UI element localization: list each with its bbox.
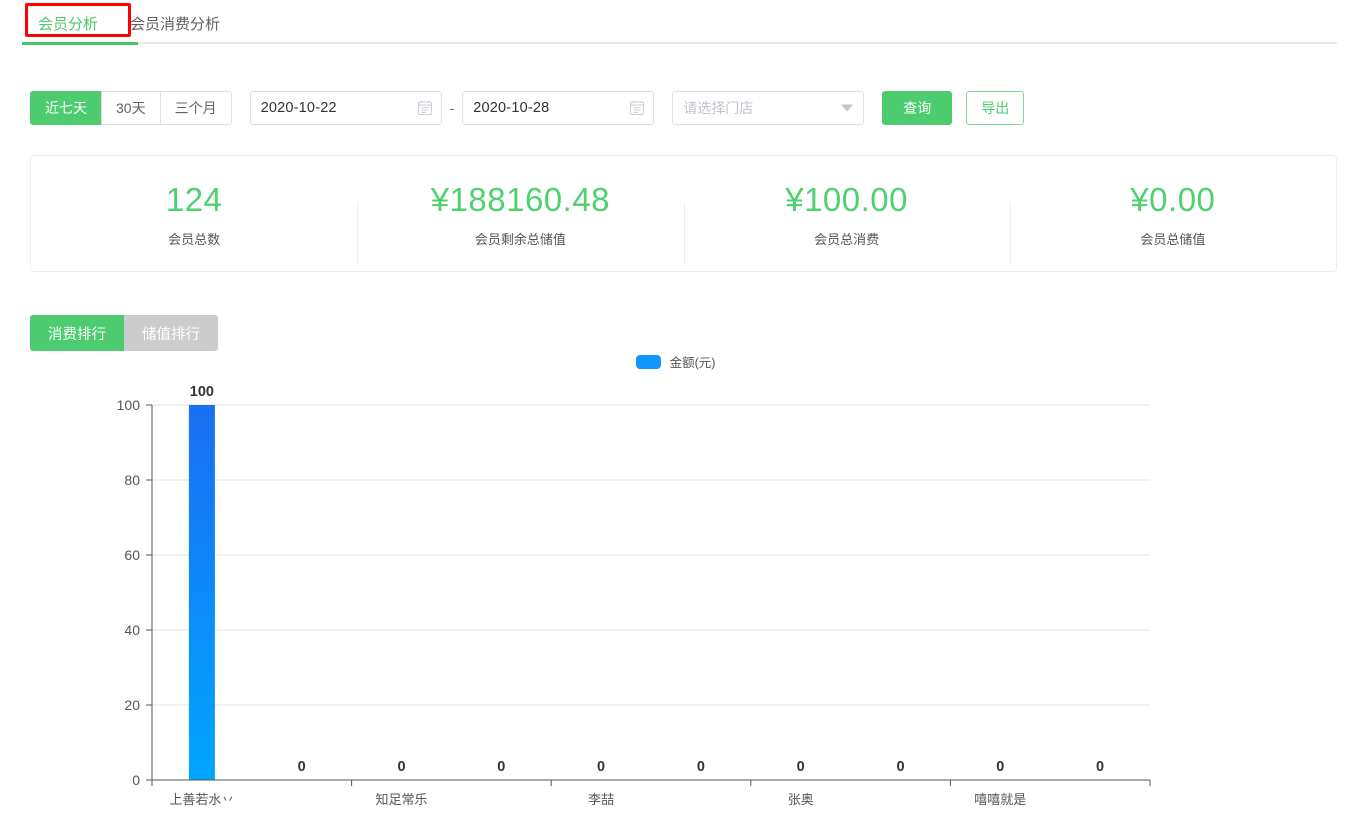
stat-total-stored-value: ¥0.00 会员总储值 (1010, 180, 1336, 248)
stat-value: ¥100.00 (785, 180, 908, 220)
chart-x-axis-label: 李喆 (588, 792, 614, 807)
stat-label: 会员总消费 (814, 229, 879, 248)
svg-text:80: 80 (124, 472, 140, 488)
start-date-input[interactable]: 2020-10-22 (250, 91, 442, 125)
filter-bar: 近七天 30天 三个月 2020-10-22 - 2020-10-28 (30, 91, 1024, 125)
stat-remaining-stored-value: ¥188160.48 会员剩余总储值 (357, 180, 683, 248)
chart-gridlines (146, 405, 1150, 780)
tab-member-analysis[interactable]: 会员分析 (22, 8, 114, 38)
chevron-down-icon (841, 105, 853, 112)
chart-bar-value-label: 0 (996, 759, 1004, 775)
chart-x-axis-label: 嘻嘻就是 (974, 792, 1026, 807)
chart-x-axis-label: 知足常乐 (375, 792, 427, 807)
svg-text:60: 60 (124, 547, 140, 563)
date-range-button-group: 近七天 30天 三个月 (30, 91, 232, 125)
tab-list: 会员分析 会员消费分析 (22, 8, 236, 38)
store-select[interactable]: 请选择门店 (672, 91, 864, 125)
range-button-three-months[interactable]: 三个月 (160, 91, 232, 125)
ranking-bar-chart: 金额(元) 020406080100 100000000000 上善若水丷知足常… (0, 340, 1351, 830)
chart-bar-value-label: 0 (397, 759, 405, 775)
store-select-placeholder: 请选择门店 (683, 98, 753, 118)
calendar-icon (418, 101, 432, 116)
tab-bar-divider (22, 42, 1337, 44)
calendar-icon (630, 101, 644, 116)
chart-x-axis-label: 张奥 (788, 792, 814, 807)
tab-member-consumption-analysis[interactable]: 会员消费分析 (114, 8, 236, 38)
chart-bar-value-label: 0 (1096, 759, 1104, 775)
query-button[interactable]: 查询 (882, 91, 952, 125)
chart-bar-value-label: 0 (896, 759, 904, 775)
stat-label: 会员总储值 (1140, 229, 1205, 248)
chart-bar-value-label: 0 (597, 759, 605, 775)
tab-bar: 会员分析 会员消费分析 (0, 0, 1351, 45)
chart-y-axis-labels: 0 20 40 60 80 100 (117, 397, 141, 788)
date-range-separator: - (450, 100, 455, 116)
chart-x-axis-labels: 上善若水丷 知足常乐 李喆 张奥 嘻嘻就是 (169, 792, 1026, 807)
range-button-30-days[interactable]: 30天 (101, 91, 161, 125)
chart-bar-value-label: 0 (697, 759, 705, 775)
svg-text:40: 40 (124, 622, 140, 638)
svg-text:20: 20 (124, 697, 140, 713)
chart-value-labels: 100 0 0 0 0 0 0 0 0 0 (190, 384, 1104, 775)
chart-bar[interactable] (189, 405, 215, 780)
chart-bar-value-label: 100 (190, 384, 214, 400)
stat-label: 会员总数 (168, 229, 220, 248)
stat-label: 会员剩余总储值 (475, 229, 566, 248)
chart-x-axis-label: 上善若水丷 (169, 792, 234, 807)
member-analysis-page: 会员分析 会员消费分析 近七天 30天 三个月 2020-10-22 (0, 0, 1351, 830)
stat-total-consumption: ¥100.00 会员总消费 (684, 180, 1010, 248)
chart-bar-value-label: 0 (497, 759, 505, 775)
svg-text:100: 100 (117, 397, 141, 413)
start-date-value: 2020-10-22 (261, 100, 337, 116)
export-button[interactable]: 导出 (966, 91, 1024, 125)
chart-canvas: 0 20 40 60 80 100 100 0 0 0 0 0 0 0 0 0 上善若水丷 知足常乐 李喆 张奥 嘻… (0, 340, 1351, 830)
stat-value: ¥0.00 (1130, 180, 1215, 220)
tab-active-indicator (22, 42, 138, 45)
chart-bar-value-label: 0 (797, 759, 805, 775)
chart-bar-value-label: 0 (298, 759, 306, 775)
summary-stats-card: 124 会员总数 ¥188160.48 会员剩余总储值 ¥100.00 会员总消… (30, 155, 1337, 272)
chart-bars (189, 405, 215, 780)
chart-axes (152, 405, 1150, 786)
range-button-last-seven-days[interactable]: 近七天 (30, 91, 102, 125)
svg-text:0: 0 (132, 772, 140, 788)
stat-value: 124 (166, 180, 223, 220)
stat-total-members: 124 会员总数 (31, 180, 357, 248)
end-date-input[interactable]: 2020-10-28 (462, 91, 654, 125)
stat-value: ¥188160.48 (431, 180, 610, 220)
end-date-value: 2020-10-28 (473, 100, 549, 116)
